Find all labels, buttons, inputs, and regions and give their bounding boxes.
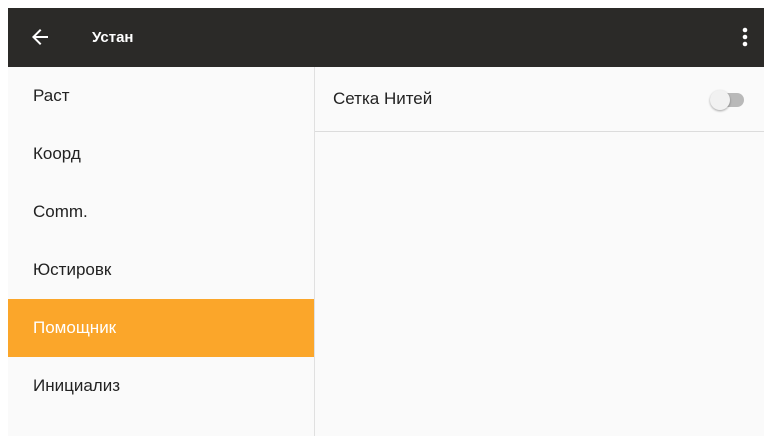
- sidebar-item-comm[interactable]: Comm.: [8, 183, 314, 241]
- toggle-thumb: [710, 90, 730, 110]
- reticle-toggle-switch[interactable]: [710, 90, 744, 110]
- arrow-left-icon: [32, 29, 48, 45]
- toolbar-title: Устан: [92, 29, 134, 46]
- setting-row-reticle[interactable]: Сетка Нитей: [315, 67, 764, 132]
- sidebar-item-rast[interactable]: Раст: [8, 67, 314, 125]
- more-vert-icon: [742, 27, 748, 47]
- setting-label: Сетка Нитей: [333, 89, 433, 108]
- screen: Устан Раст Коорд Comm. Юстировк Помощник…: [0, 0, 764, 436]
- sidebar-item-initsializ[interactable]: Инициализ: [8, 357, 314, 415]
- overflow-menu-button[interactable]: [732, 17, 760, 57]
- sidebar: Раст Коорд Comm. Юстировк Помощник Иници…: [8, 67, 315, 436]
- sidebar-item-pomoshchnik[interactable]: Помощник: [8, 299, 314, 357]
- sidebar-item-koord[interactable]: Коорд: [8, 125, 314, 183]
- sidebar-item-yustirovk[interactable]: Юстировк: [8, 241, 314, 299]
- settings-panel: Сетка Нитей: [315, 67, 764, 436]
- back-button[interactable]: [20, 17, 60, 57]
- toolbar: Устан: [8, 8, 764, 67]
- app-window: Устан Раст Коорд Comm. Юстировк Помощник…: [8, 8, 764, 436]
